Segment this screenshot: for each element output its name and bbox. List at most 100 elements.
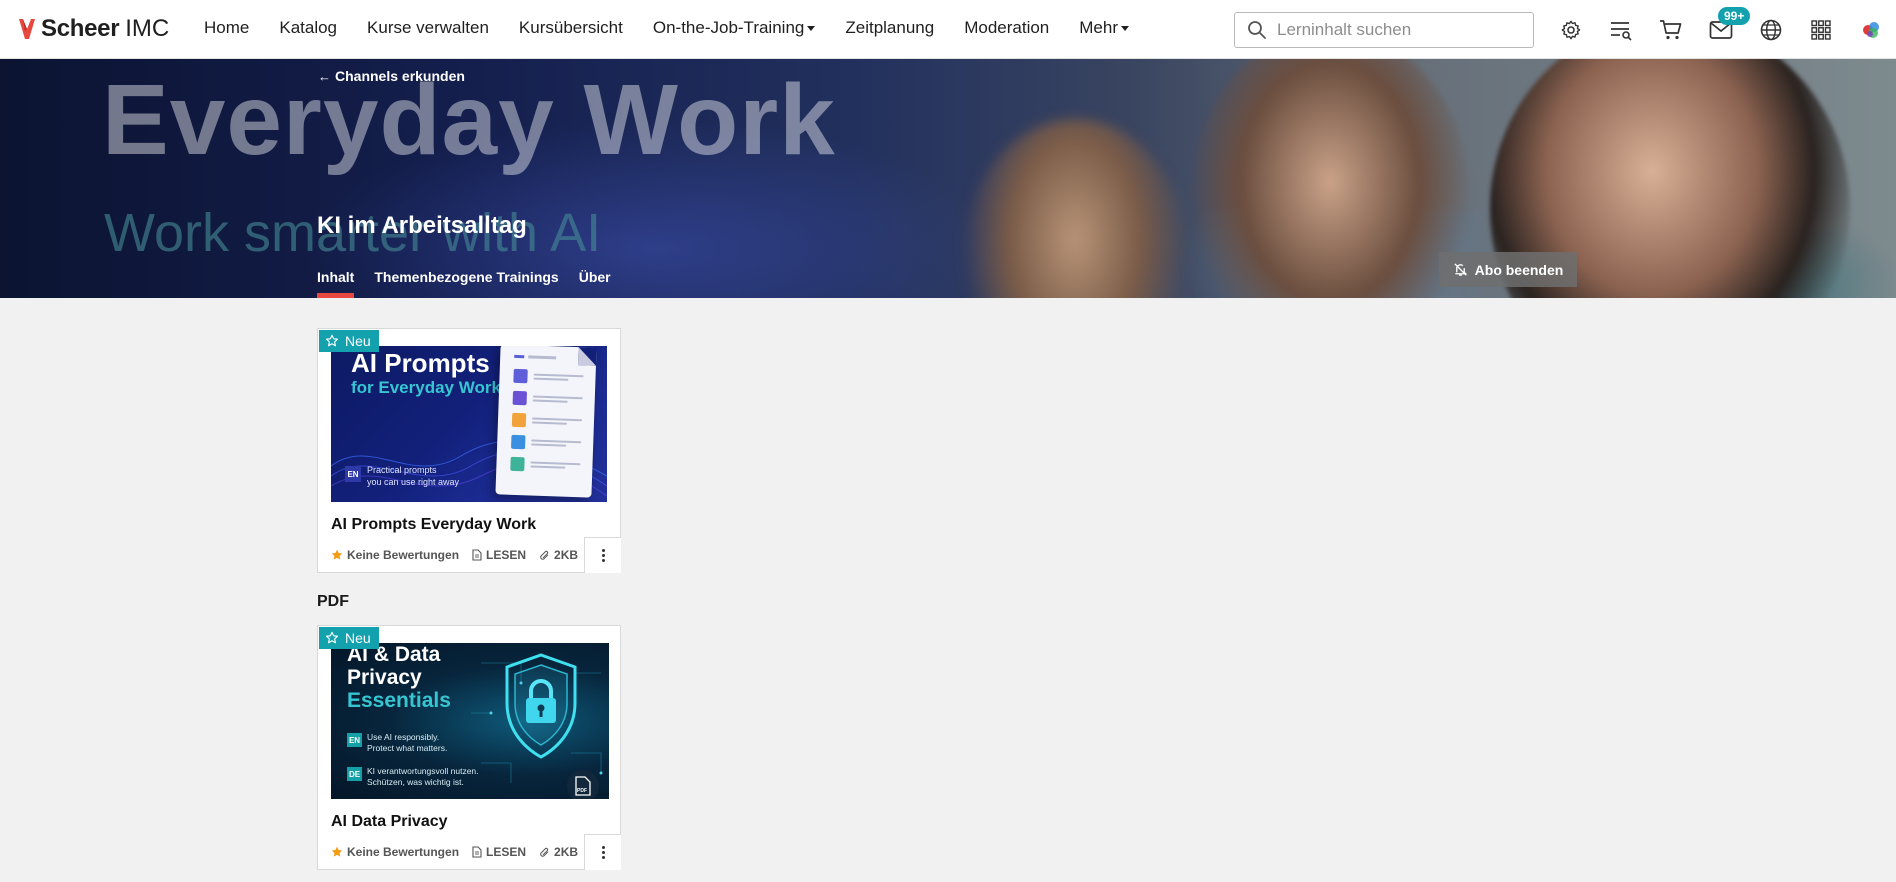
star-outline-icon	[325, 334, 339, 347]
card-title[interactable]: AI Prompts Everyday Work	[331, 516, 536, 534]
tab-label: Inhalt	[317, 269, 355, 285]
language-tag: EN	[345, 466, 361, 482]
tab-ueber[interactable]: Über	[579, 269, 611, 298]
tag-caption-line: KI verantwortungsvoll nutzen.	[367, 766, 479, 776]
nav-on-the-job-training[interactable]: On-the-Job-Training	[653, 18, 816, 38]
nav-moderation[interactable]: Moderation	[964, 18, 1049, 38]
nav-katalog[interactable]: Katalog	[279, 18, 337, 38]
doc-row	[513, 368, 584, 385]
card-more-button[interactable]	[584, 834, 621, 870]
nav-home[interactable]: Home	[204, 18, 249, 38]
more-vertical-icon	[601, 548, 605, 563]
tab-label: Über	[578, 269, 611, 285]
main-nav: Home Katalog Kurse verwalten Kursübersic…	[204, 18, 1159, 38]
tag-caption-line: Schützen, was wichtig ist.	[367, 777, 464, 787]
star-outline-icon	[325, 631, 339, 644]
nav-label: Moderation	[964, 18, 1050, 37]
scheer-logo-icon	[19, 19, 35, 39]
caret-down-icon	[1121, 25, 1129, 31]
file-size: 2KB	[539, 548, 578, 562]
content-type-label: LESEN	[486, 845, 527, 859]
unsubscribe-button[interactable]: Abo beenden	[1439, 252, 1577, 287]
nav-mehr[interactable]: Mehr	[1079, 18, 1129, 38]
rating: Keine Bewertungen	[331, 548, 459, 562]
tag-caption-line: Use AI responsibly.	[367, 732, 440, 742]
nav-zeitplanung[interactable]: Zeitplanung	[845, 18, 934, 38]
shield-lock-icon	[505, 653, 577, 759]
unsubscribe-label: Abo beenden	[1474, 261, 1564, 278]
star-icon	[331, 846, 343, 857]
brand-name-bold: Scheer	[41, 15, 120, 42]
pdf-file-icon: PDF	[567, 770, 599, 799]
nav-kursuebersicht[interactable]: Kursübersicht	[519, 18, 623, 38]
card-meta: Keine Bewertungen LESEN 2KB	[331, 845, 591, 859]
language-tag: EN	[347, 733, 362, 747]
paperclip-icon	[540, 550, 549, 560]
card-title[interactable]: AI Data Privacy	[331, 813, 448, 831]
tag-caption-line: Protect what matters.	[367, 743, 448, 753]
thumb-caption-line: Practical prompts	[367, 465, 437, 475]
doc-row	[510, 456, 581, 473]
thumb-title: AI Prompts	[351, 348, 490, 378]
channel-tabs: Inhalt Themenbezogene Trainings Über	[317, 269, 631, 298]
tag-caption: Use AI responsibly. Protect what matters…	[367, 732, 447, 754]
section-label: PDF	[317, 593, 349, 610]
file-size: 2KB	[539, 845, 578, 859]
search-box	[1234, 12, 1534, 48]
doc-row	[512, 390, 583, 407]
arrow-left-icon: ←	[318, 68, 331, 84]
caret-down-icon	[807, 25, 816, 31]
content-card[interactable]: Neu AI Prompts for Everyday Work EN Prac…	[317, 328, 621, 573]
apps-grid-icon[interactable]	[1808, 17, 1834, 43]
tab-inhalt[interactable]: Inhalt	[317, 269, 355, 298]
nav-label: On-the-Job-Training	[652, 18, 805, 37]
nav-kurse-verwalten[interactable]: Kurse verwalten	[367, 18, 489, 38]
gear-icon[interactable]	[1558, 17, 1584, 43]
banner-photo-person	[1190, 59, 1470, 298]
file-size-label: 2KB	[554, 845, 579, 859]
new-badge-label: Neu	[345, 333, 371, 349]
doc-row	[511, 434, 582, 451]
card-meta: Keine Bewertungen LESEN 2KB	[331, 548, 591, 562]
thumb-title-line: Privacy	[347, 666, 422, 689]
document-illustration	[495, 346, 597, 498]
channel-banner: Everyday Work Work smarter with AI ← Cha…	[0, 59, 1896, 298]
back-to-channels-link[interactable]: ← Channels erkunden	[318, 68, 465, 84]
card-thumbnail[interactable]: AI Prompts for Everyday Work EN Practica…	[331, 346, 607, 502]
search-icon	[1248, 21, 1266, 39]
bell-off-icon	[1454, 263, 1467, 276]
doc-header-line	[528, 355, 557, 360]
globe-icon[interactable]	[1758, 17, 1784, 43]
more-vertical-icon	[601, 845, 605, 860]
star-icon	[331, 549, 343, 560]
card-more-button[interactable]	[584, 537, 621, 573]
nav-label: Katalog	[279, 18, 338, 37]
new-badge: Neu	[319, 627, 379, 649]
cart-icon[interactable]	[1658, 17, 1684, 43]
language-tag: DE	[347, 767, 362, 781]
card-thumbnail[interactable]: AI & Data Privacy Essentials EN Use AI r…	[331, 643, 609, 799]
brand-name-regular: IMC	[125, 15, 170, 42]
people-icon	[512, 390, 528, 406]
content-type-label: LESEN	[486, 548, 527, 562]
document-icon	[472, 549, 482, 561]
learning-path-icon[interactable]	[1608, 17, 1634, 43]
document-icon	[472, 846, 482, 858]
thumb-caption-line: you can use right away	[367, 477, 460, 487]
tab-themenbezogene-trainings[interactable]: Themenbezogene Trainings	[374, 269, 558, 298]
channel-title: KI im Arbeitsalltag	[317, 212, 527, 239]
check-icon	[510, 456, 525, 472]
brand-logo[interactable]: Scheer IMC	[18, 14, 169, 44]
paperclip-icon	[540, 847, 549, 857]
thumb-subtitle: Essentials	[347, 689, 451, 712]
nav-label: Home	[204, 18, 250, 37]
envelope-icon	[511, 434, 526, 450]
file-size-label: 2KB	[554, 548, 579, 562]
doc-row	[511, 412, 583, 429]
profile-logo-icon[interactable]	[1858, 17, 1884, 43]
new-badge: Neu	[319, 330, 379, 352]
content-card[interactable]: Neu AI & Data Privacy Essentials EN Use …	[317, 625, 621, 870]
doc-fold	[577, 347, 597, 366]
search-input[interactable]	[1277, 20, 1517, 40]
nav-label: Kurse verwalten	[367, 18, 489, 37]
